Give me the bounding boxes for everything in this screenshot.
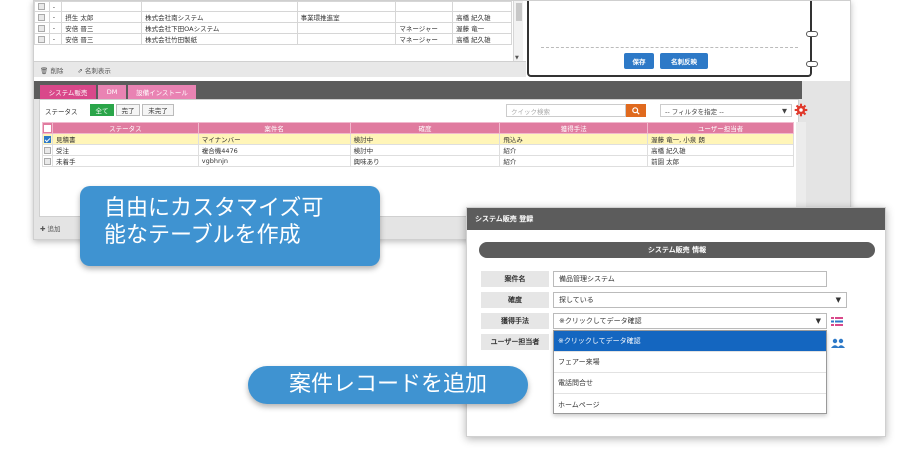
column-header-case[interactable]: 案件名 <box>197 122 351 134</box>
tab-system-sales[interactable]: システム販売 <box>40 85 96 99</box>
column-header-certainty[interactable]: 確度 <box>349 122 501 134</box>
table-row[interactable]: 未着手 vgbhnjn 興味あり 紹介 前園 太郎 <box>42 155 794 167</box>
section-title: システム販売 情報 <box>479 242 875 258</box>
callout-add-record: 案件レコードを追加 <box>248 366 528 404</box>
apply-card-button[interactable]: 名刺反映 <box>660 53 708 69</box>
users-icon[interactable] <box>831 338 845 348</box>
row-checkbox[interactable] <box>43 157 51 165</box>
contacts-table: - - 摂生 太郎 株式会社南システム 事業環推進室 高橋 紀久雄 - 安倍 晋… <box>34 1 512 45</box>
callout-custom-table: 自由にカスタマイズ可 能なテーブルを作成 <box>80 186 380 266</box>
row-checkbox[interactable] <box>43 135 51 143</box>
table-row[interactable]: - 安倍 晋三 株式会社下田OAシステム マネージャー 渥藤 竜一 <box>34 22 512 34</box>
divider <box>541 47 798 48</box>
chevron-down-icon: ▼ <box>835 296 841 304</box>
save-button[interactable]: 保存 <box>624 53 654 69</box>
method-dropdown-list: ※クリックしてデータ確認 フェアー来場 電話問合せ ホームページ <box>553 330 827 414</box>
table-scrollbar[interactable] <box>796 122 806 216</box>
row-checkbox[interactable] <box>38 35 45 43</box>
method-select[interactable]: ※クリックしてデータ確認 ▼ <box>553 313 827 329</box>
tab-dm[interactable]: DM <box>98 85 126 99</box>
column-header-method[interactable]: 獲得手法 <box>499 122 649 134</box>
scrollbar-thumb[interactable] <box>516 3 522 21</box>
quick-search-input[interactable]: クイック検索 <box>506 104 626 117</box>
certainty-label: 確度 <box>481 292 549 308</box>
case-label: 案件名 <box>481 271 549 287</box>
tab-equipment-install[interactable]: 設備インストール <box>128 85 196 99</box>
chevron-down-icon: ▼ <box>782 106 787 115</box>
certainty-select[interactable]: 探している ▼ <box>553 292 847 308</box>
contacts-table-area: - - 摂生 太郎 株式会社南システム 事業環推進室 高橋 紀久雄 - 安倍 晋… <box>34 1 526 79</box>
status-complete-button[interactable]: 完了 <box>116 104 140 116</box>
case-input[interactable]: 備品管理システム <box>553 271 827 287</box>
filter-select[interactable]: -- フィルタを指定 -- ▼ <box>660 104 792 117</box>
dropdown-option[interactable]: フェアー来場 <box>554 352 826 373</box>
dropdown-option[interactable]: ホームページ <box>554 394 826 415</box>
column-header-user[interactable]: ユーザー担当者 <box>647 122 794 134</box>
user-label: ユーザー担当者 <box>481 334 549 350</box>
register-dialog: システム販売 登録 システム販売 情報 案件名 備品管理システム 確度 探してい… <box>466 207 886 437</box>
row-checkbox[interactable] <box>38 3 45 10</box>
gear-icon[interactable] <box>794 103 808 117</box>
column-header-status[interactable]: ステータス <box>51 122 199 134</box>
show-name-button[interactable]: ⇗ 名刺表示 <box>77 65 111 75</box>
table-row[interactable]: 見積書 マイナンバー 検討中 飛込み 渥藤 竜一, 小泉 朗 <box>42 133 794 145</box>
status-incomplete-button[interactable]: 未完了 <box>142 104 174 116</box>
binder-ring-icon <box>806 61 818 67</box>
chevron-down-icon: ▼ <box>815 317 821 325</box>
sales-table: ステータス 案件名 確度 獲得手法 ユーザー担当者 見積書 マイナンバー 検討中… <box>42 122 794 167</box>
list-icon[interactable] <box>831 317 843 326</box>
row-checkbox[interactable] <box>38 13 45 21</box>
delete-button[interactable]: 🗑 削除 <box>40 65 63 75</box>
table-row[interactable]: - <box>34 1 512 12</box>
dropdown-option[interactable]: ※クリックしてデータ確認 <box>554 331 826 352</box>
select-all-checkbox[interactable] <box>43 124 51 132</box>
binder-ring-icon <box>806 31 818 37</box>
method-label: 獲得手法 <box>481 313 549 329</box>
status-all-button[interactable]: 全て <box>90 104 114 116</box>
table-row[interactable]: - 摂生 太郎 株式会社南システム 事業環推進室 高橋 紀久雄 <box>34 11 512 23</box>
contacts-footer: 🗑 削除 ⇗ 名刺表示 <box>34 61 526 77</box>
vertical-scrollbar[interactable]: ▼ <box>513 1 523 61</box>
table-row[interactable]: 受注 複合機4476 検討中 紹介 高橋 紀久雄 <box>42 144 794 156</box>
dialog-title: システム販売 登録 <box>467 208 885 230</box>
search-icon <box>632 106 640 115</box>
table-row[interactable]: - 安倍 晋三 株式会社竹田製紙 マネージャー 高橋 紀久雄 <box>34 33 512 45</box>
card-preview: 保存 名刺反映 <box>527 1 818 77</box>
status-label: ステータス <box>45 108 78 116</box>
module-tabbar: システム販売 DM 設備インストール <box>34 81 802 99</box>
row-checkbox[interactable] <box>43 146 51 154</box>
dropdown-option[interactable]: 電話問合せ <box>554 373 826 394</box>
search-button[interactable] <box>626 104 646 117</box>
add-row-button[interactable]: ✚ 追加 <box>40 223 61 233</box>
row-checkbox[interactable] <box>38 24 45 32</box>
